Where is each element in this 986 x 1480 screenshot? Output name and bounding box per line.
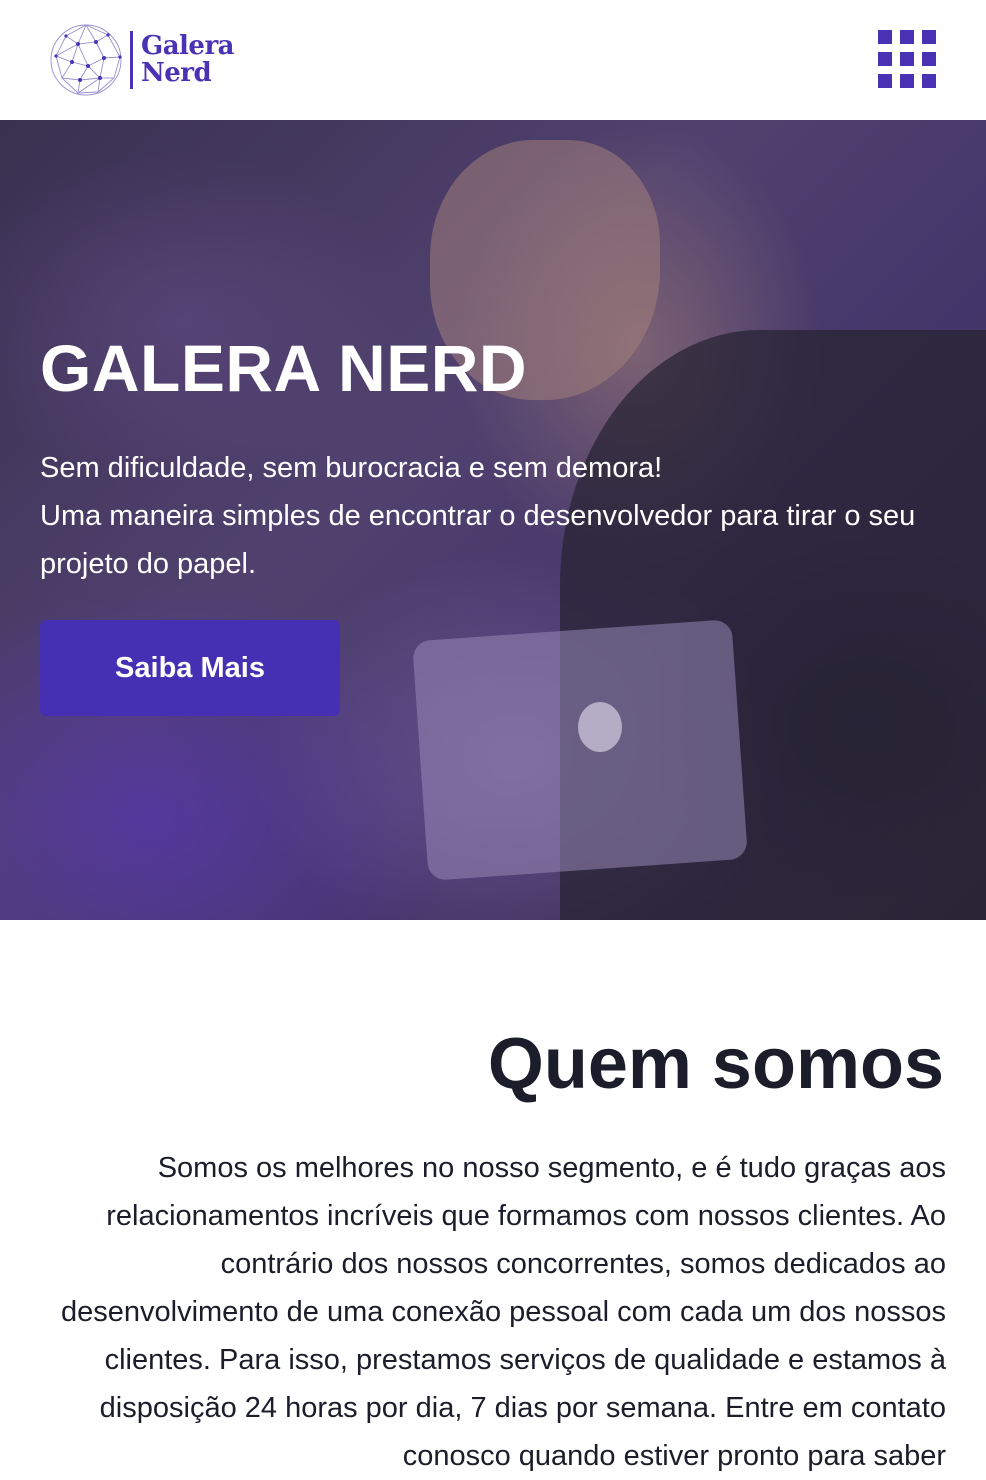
menu-dot [922, 74, 936, 88]
site-header: Galera Nerd [0, 0, 986, 120]
saiba-mais-button[interactable]: Saiba Mais [40, 620, 340, 716]
logo-divider [130, 31, 133, 89]
about-section: Quem somos Somos os melhores no nosso se… [0, 920, 986, 1472]
logo-line-1: Galera [141, 31, 235, 61]
about-text: Somos os melhores no nosso segmento, e é… [60, 1152, 946, 1472]
hero-description: Sem dificuldade, sem burocracia e sem de… [40, 444, 950, 588]
menu-dot [900, 74, 914, 88]
menu-dot [922, 30, 936, 44]
menu-dot [878, 30, 892, 44]
grid-menu-icon[interactable] [878, 30, 936, 88]
menu-dot [878, 52, 892, 66]
hero-text-line-1: Sem dificuldade, sem burocracia e sem de… [40, 452, 663, 484]
logo-wordmark: Galera Nerd [141, 31, 235, 88]
hero-section: GALERA NERD Sem dificuldade, sem burocra… [0, 120, 986, 920]
about-title: Quem somos [487, 1024, 944, 1104]
logo[interactable]: Galera Nerd [48, 22, 235, 98]
menu-dot [878, 74, 892, 88]
logo-line-2: Nerd [141, 58, 212, 88]
hero-text-line-2: Uma maneira simples de encontrar o desen… [40, 500, 916, 580]
hero-title: GALERA NERD [40, 331, 528, 405]
globe-network-icon [50, 24, 122, 96]
menu-dot [900, 30, 914, 44]
menu-dot [900, 52, 914, 66]
menu-dot [922, 52, 936, 66]
